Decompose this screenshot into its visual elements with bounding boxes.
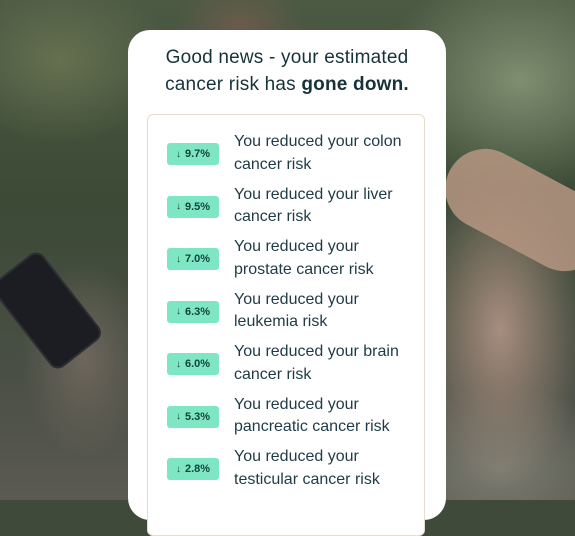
risk-item-colon: ↓ 9.7% You reduced your colon cancer risk: [148, 115, 424, 173]
risk-item-testicular: ↓ 2.8% You reduced your testicular cancer …: [148, 430, 424, 488]
reduction-badge: ↓ 6.3%: [167, 300, 219, 323]
arrow-down-icon: ↓: [175, 306, 181, 317]
badge-percent: 6.0%: [184, 358, 211, 370]
headline-line-2: cancer risk has gone down.: [128, 71, 446, 98]
badge-percent: 2.8%: [184, 463, 211, 475]
risk-text-line-1: You reduced your: [234, 290, 359, 308]
risk-text-line-2: testicular cancer risk: [234, 470, 380, 488]
risk-item-liver: ↓ 9.5% You reduced your liver cancer risk: [148, 168, 424, 225]
risk-item-leukemia: ↓ 6.3% You reduced your leukemia risk: [148, 273, 424, 330]
arrow-down-icon: ↓: [175, 463, 181, 475]
badge-percent: 9.7%: [184, 148, 211, 160]
reduction-badge: ↓ 9.7%: [167, 143, 219, 165]
risk-item-pancreatic: ↓ 5.3% You reduced your pancreatic cancer …: [148, 378, 424, 435]
risk-text-line-1: You reduced your brain: [234, 343, 399, 360]
reduction-badge: ↓ 2.8%: [167, 458, 219, 480]
arrow-down-icon: ↓: [175, 253, 181, 265]
risk-text-line-1: You reduced your: [234, 448, 359, 465]
risk-card: Good news - your estimated cancer risk h…: [128, 30, 446, 536]
badge-percent: 9.5%: [184, 200, 211, 213]
headline: Good news - your estimated cancer risk h…: [128, 44, 446, 98]
risk-text-line-1: You reduced your: [234, 238, 359, 255]
risk-item-prostate: ↓ 7.0% You reduced your prostate cancer ri…: [148, 220, 424, 278]
badge-percent: 6.3%: [184, 305, 211, 318]
risk-text-line-1: You reduced your colon: [234, 133, 402, 150]
headline-line-1: Good news - your estimated: [165, 47, 409, 68]
headline-prefix: cancer risk has: [165, 74, 302, 95]
arrow-down-icon: ↓: [175, 411, 181, 422]
reduction-badge: ↓ 6.0%: [167, 353, 219, 375]
risk-list: ↓ 9.7% You reduced your colon cancer risk …: [147, 114, 425, 536]
headline-emphasis: gone down.: [301, 74, 409, 95]
risk-item-brain: ↓ 6.0% You reduced your brain cancer risk: [148, 325, 424, 383]
risk-text-line-1: You reduced your: [234, 395, 359, 413]
reduction-badge: ↓ 5.3%: [167, 405, 219, 428]
risk-item-text: You reduced your testicular cancer risk: [234, 446, 419, 491]
reduction-badge: ↓ 9.5%: [167, 195, 219, 218]
arrow-down-icon: ↓: [175, 148, 181, 160]
reduction-badge: ↓ 7.0%: [167, 248, 219, 270]
badge-percent: 7.0%: [184, 253, 211, 265]
arrow-down-icon: ↓: [175, 201, 181, 212]
risk-text-line-1: You reduced your liver: [234, 185, 393, 203]
badge-percent: 5.3%: [184, 410, 211, 423]
arrow-down-icon: ↓: [175, 358, 181, 370]
